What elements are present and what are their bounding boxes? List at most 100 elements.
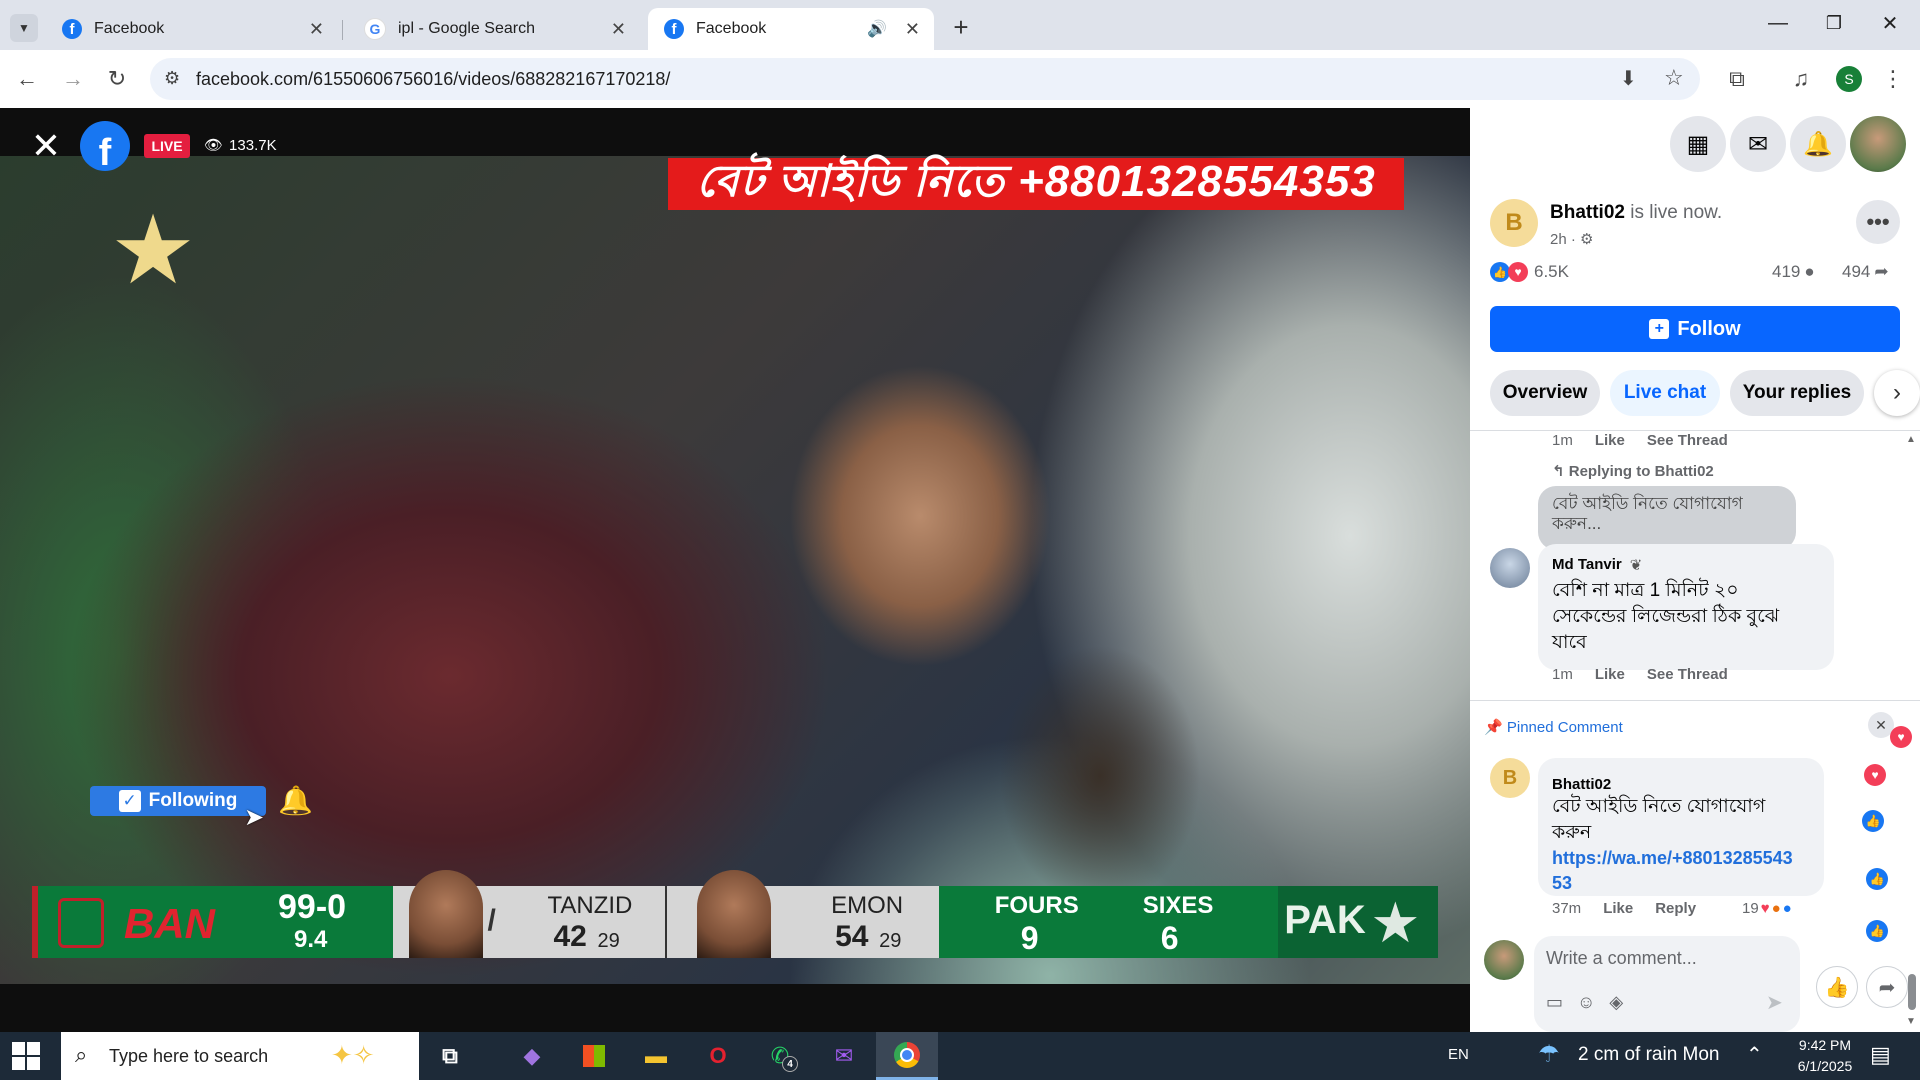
notifications-button[interactable]: 🔔 (1790, 116, 1846, 172)
tab-overview[interactable]: Overview (1490, 370, 1600, 416)
extensions-button[interactable]: ⧉ (1720, 62, 1754, 96)
reply-link[interactable]: Reply (1655, 900, 1696, 917)
install-app-icon[interactable]: ⬇ (1620, 66, 1637, 91)
reload-button[interactable]: ↻ (100, 62, 134, 96)
task-view-icon[interactable]: ⧉ (432, 1040, 468, 1072)
pin-icon: 📌 (1484, 719, 1503, 736)
page-avatar[interactable]: B (1490, 199, 1538, 247)
emoji-icon[interactable]: ☺ (1577, 992, 1595, 1013)
share-post-button[interactable]: ➦ (1866, 966, 1908, 1008)
google-icon: G (364, 18, 386, 40)
close-tab-icon[interactable]: ✕ (309, 19, 324, 40)
quoted-comment[interactable]: বেট আইডি নিতে যোগাযোগ করুন... (1538, 486, 1796, 550)
like-post-button[interactable]: 👍 (1816, 966, 1858, 1008)
pinned-reactions[interactable]: 19 ♥ ● ● (1742, 900, 1792, 917)
comment-input[interactable]: Write a comment... (1546, 948, 1697, 969)
scroll-down-arrow-icon[interactable]: ▼ (1906, 1016, 1916, 1027)
reaction-summary[interactable]: 👍 ♥ 6.5K (1490, 262, 1569, 282)
see-thread-link[interactable]: See Thread (1647, 666, 1728, 683)
following-button[interactable]: ✓ Following (90, 786, 266, 816)
pinned-author-avatar[interactable]: B (1490, 758, 1530, 798)
browser-tab-3-active[interactable]: f Facebook 🔊 ✕ (648, 8, 934, 50)
tabs-next-button[interactable]: › (1874, 370, 1920, 416)
close-tab-icon[interactable]: ✕ (905, 19, 920, 40)
comment-bubble[interactable]: Md Tanvir ❦ বেশি না মাত্র 1 মিনিট ২০ সেক… (1538, 544, 1834, 670)
pinned-link-line[interactable]: https://wa.me/+88013285543 (1552, 846, 1793, 871)
sticker-icon[interactable]: ◈ (1609, 992, 1623, 1013)
commenter-avatar[interactable] (1490, 548, 1530, 588)
back-button[interactable]: ← (10, 62, 44, 96)
file-explorer-icon[interactable]: ▬ (638, 1040, 674, 1072)
visual-studio-icon[interactable]: ◆ (514, 1040, 550, 1072)
pinned-author-name[interactable]: Bhatti02 (1552, 776, 1611, 793)
bookmark-star-icon[interactable]: ☆ (1664, 65, 1684, 91)
pcb-star-logo: ★ (110, 197, 197, 304)
follow-button[interactable]: + Follow (1490, 306, 1900, 352)
chat-scrollbar[interactable]: ▲ ▼ (1906, 434, 1918, 1028)
site-info-icon[interactable]: ⚙ (164, 68, 180, 89)
new-tab-button[interactable]: + (946, 12, 976, 42)
url-text[interactable]: facebook.com/61550606756016/videos/68828… (196, 69, 670, 90)
taskbar-clock[interactable]: 9:42 PM 6/1/2025 (1780, 1035, 1870, 1077)
chrome-menu-button[interactable]: ⋮ (1876, 62, 1910, 96)
messenger-icon: ✉ (1747, 130, 1769, 158)
pinned-time: 37m (1552, 900, 1582, 917)
comment-composer[interactable]: Write a comment... ▭ ☺ ◈ ➤ (1534, 936, 1800, 1032)
weather-umbrella-icon[interactable]: ☂ (1538, 1040, 1560, 1069)
taskbar-search-input[interactable]: Type here to search (109, 1046, 268, 1067)
start-button[interactable] (12, 1042, 40, 1070)
speaker-icon[interactable]: 🔊 (867, 19, 887, 39)
close-window-button[interactable]: ✕ (1870, 8, 1910, 38)
chevron-up-icon[interactable]: ⌃ (1746, 1042, 1763, 1067)
send-icon[interactable]: ➤ (1766, 990, 1783, 1015)
account-avatar[interactable] (1850, 116, 1906, 172)
comments-stat[interactable]: 419 ● (1772, 262, 1815, 282)
page-name-link[interactable]: Bhatti02 (1550, 202, 1625, 223)
taskbar-search[interactable]: ⌕ Type here to search ✦✧ (61, 1032, 419, 1080)
pinned-link[interactable]: https://wa.me/+88013285543 53 (1552, 846, 1793, 896)
chevron-right-icon: › (1893, 379, 1901, 406)
minimize-button[interactable]: — (1758, 8, 1798, 38)
close-video-button[interactable]: ✕ (28, 125, 64, 166)
language-indicator[interactable]: EN (1448, 1046, 1469, 1063)
pinned-link-line[interactable]: 53 (1552, 871, 1793, 896)
pinned-comment-bubble[interactable]: Bhatti02 বেট আইডি নিতে যোগাযোগ করুন http… (1538, 758, 1824, 896)
address-bar[interactable]: ⚙ facebook.com/61550606756016/videos/688… (150, 58, 1700, 100)
comment-author-name[interactable]: Md Tanvir (1552, 556, 1622, 574)
microsoft-store-icon[interactable] (576, 1040, 612, 1072)
gif-icon[interactable]: ▭ (1546, 992, 1563, 1013)
close-tab-icon[interactable]: ✕ (611, 19, 626, 40)
tab-live-chat[interactable]: Live chat (1610, 370, 1720, 416)
chrome-taskbar-active[interactable] (876, 1032, 938, 1080)
profile-avatar[interactable]: S (1836, 66, 1862, 92)
post-time[interactable]: 2h · (1550, 231, 1576, 248)
video-player[interactable]: বেট আইডি নিতে +8801328554353 ✕ f LIVE 👁 … (0, 108, 1470, 1032)
messenger-icon[interactable]: ✉ (826, 1040, 862, 1072)
messenger-button[interactable]: ✉ (1730, 116, 1786, 172)
see-thread-link[interactable]: See Thread (1647, 432, 1728, 449)
browser-tab-2[interactable]: G ipl - Google Search ✕ (348, 8, 640, 50)
sixes-value: 6 (1160, 920, 1179, 956)
notifications-icon[interactable]: ▤ (1870, 1042, 1891, 1068)
like-link[interactable]: Like (1603, 900, 1633, 917)
menu-button[interactable]: ▦ (1670, 116, 1726, 172)
like-link[interactable]: Like (1595, 666, 1625, 683)
whatsapp-icon[interactable]: ✆ 4 (762, 1040, 798, 1072)
like-link[interactable]: Like (1595, 432, 1625, 449)
tab-search-button[interactable]: ▼ (10, 14, 38, 42)
post-options-button[interactable]: ••• (1856, 200, 1900, 244)
forward-button[interactable]: → (56, 62, 90, 96)
weather-text[interactable]: 2 cm of rain Mon (1578, 1044, 1720, 1066)
shares-stat[interactable]: 494 ➦ (1842, 262, 1889, 282)
facebook-logo[interactable]: f (80, 121, 130, 171)
share-arrow-icon: ➦ (1874, 262, 1889, 281)
restore-button[interactable]: ❐ (1814, 8, 1854, 38)
browser-tab-1[interactable]: f Facebook ✕ (46, 8, 338, 50)
media-controls-button[interactable]: ♫ (1784, 62, 1818, 96)
opera-icon[interactable]: O (700, 1040, 736, 1072)
notification-bell-icon[interactable]: 🔔 (278, 784, 313, 817)
pinned-text-line: করুন (1552, 822, 1592, 843)
scroll-up-arrow-icon[interactable]: ▲ (1906, 434, 1916, 445)
scrollbar-thumb[interactable] (1908, 974, 1916, 1010)
tab-your-replies[interactable]: Your replies (1730, 370, 1864, 416)
